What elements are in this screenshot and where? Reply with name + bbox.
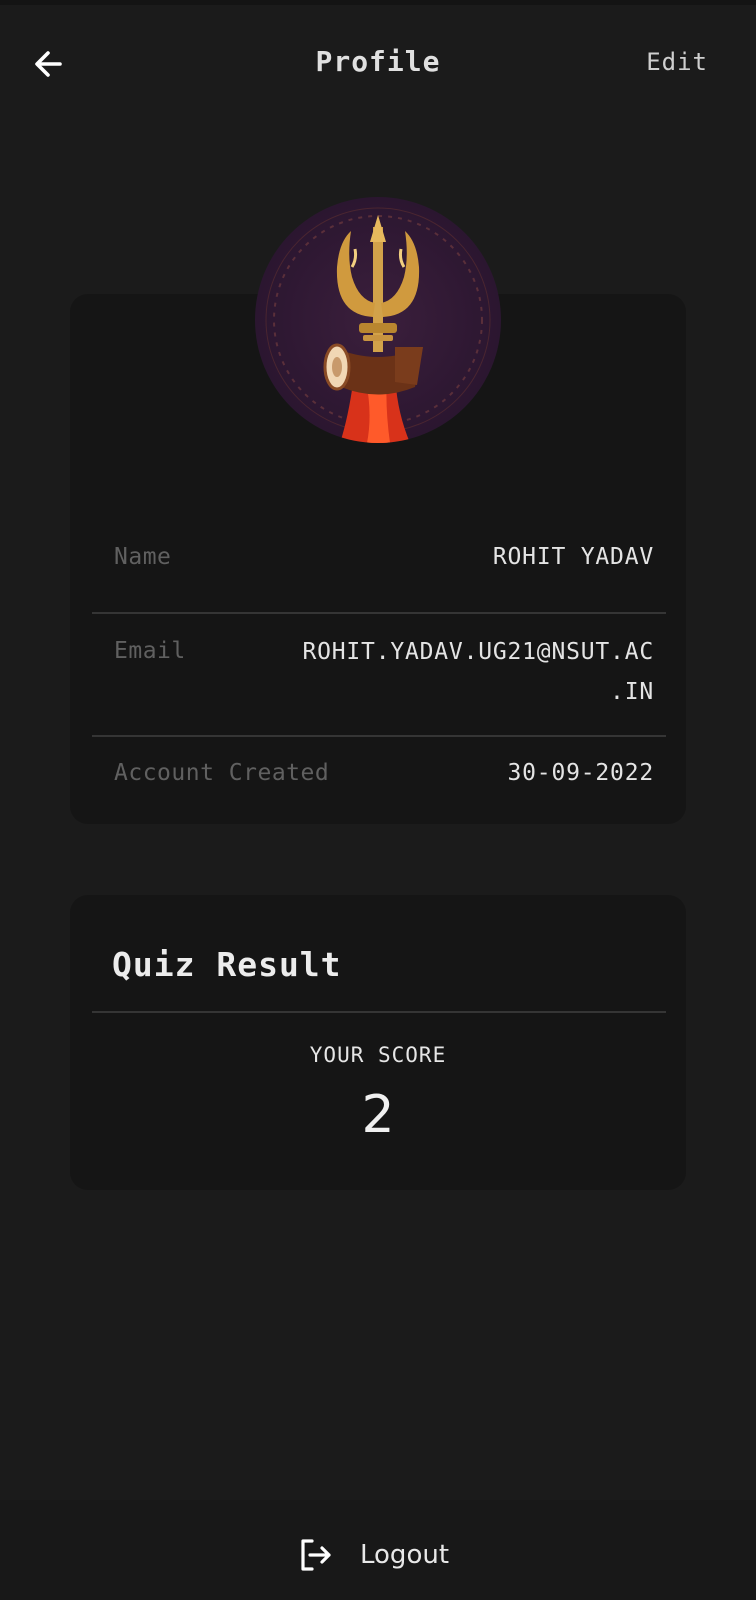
account-created-label: Account Created bbox=[114, 760, 330, 786]
email-label: Email bbox=[114, 638, 186, 664]
logout-icon bbox=[301, 1539, 331, 1571]
name-row: Name ROHIT YADAV bbox=[92, 544, 664, 604]
score-value: 2 bbox=[361, 1085, 395, 1145]
app-header: Profile Edit bbox=[0, 0, 756, 130]
page-title: Profile bbox=[315, 45, 441, 78]
avatar[interactable] bbox=[255, 197, 501, 443]
name-value: ROHIT YADAV bbox=[492, 544, 654, 570]
email-value-line1: ROHIT.YADAV.UG21@NSUT.AC bbox=[302, 639, 654, 665]
divider bbox=[92, 1011, 666, 1013]
logout-button[interactable]: Logout bbox=[296, 1530, 449, 1580]
score-label: YOUR SCORE bbox=[309, 1043, 447, 1067]
name-label: Name bbox=[114, 544, 172, 570]
divider bbox=[92, 735, 666, 737]
edit-button[interactable]: Edit bbox=[646, 48, 708, 76]
trishul-damru-logo bbox=[265, 207, 491, 443]
logout-label: Logout bbox=[360, 1540, 450, 1570]
account-created-row: Account Created 30-09-2022 bbox=[92, 754, 664, 804]
email-value-line2: .IN bbox=[610, 679, 654, 705]
account-created-value: 30-09-2022 bbox=[507, 760, 654, 786]
quiz-result-card: Quiz Result YOUR SCORE 2 bbox=[70, 895, 686, 1190]
quiz-result-title: Quiz Result bbox=[112, 945, 342, 984]
divider bbox=[92, 612, 666, 614]
email-value: ROHIT.YADAV.UG21@NSUT.AC .IN bbox=[302, 632, 654, 712]
email-row: Email ROHIT.YADAV.UG21@NSUT.AC .IN bbox=[92, 624, 664, 714]
